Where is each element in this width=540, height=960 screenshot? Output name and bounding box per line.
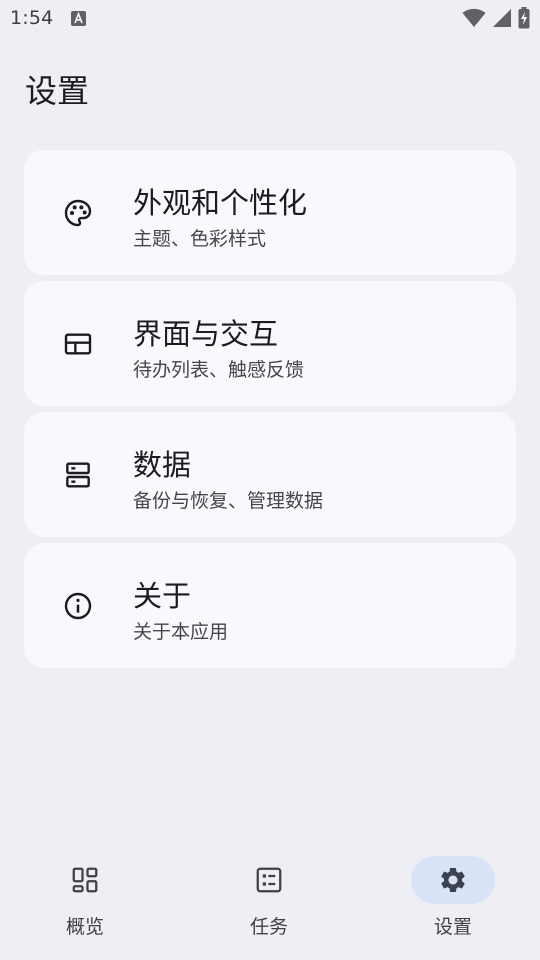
task-list-icon xyxy=(256,867,282,893)
nav-label: 任务 xyxy=(249,916,288,938)
settings-screen: 1:54 设置 外观和个性化 主题、色彩样式 界面与交互 待办列表、触感反馈 数… xyxy=(0,0,540,960)
battery-charging-icon xyxy=(518,7,530,29)
settings-item-about[interactable]: 关于 关于本应用 xyxy=(24,543,516,668)
settings-item-subtitle: 主题、色彩样式 xyxy=(133,228,267,250)
settings-item-subtitle: 待办列表、触感反馈 xyxy=(133,359,305,381)
nav-item-settings[interactable]: 设置 xyxy=(398,856,508,946)
nav-item-overview[interactable]: 概览 xyxy=(30,856,140,946)
wifi-icon xyxy=(462,8,486,27)
page-title: 设置 xyxy=(25,72,90,110)
bottom-nav: 概览 任务 设置 xyxy=(0,838,540,960)
nav-label: 设置 xyxy=(433,916,472,938)
signal-icon xyxy=(493,9,511,27)
status-time: 1:54 xyxy=(10,7,54,29)
gear-icon xyxy=(441,868,465,892)
keyboard-a-icon xyxy=(71,11,86,26)
settings-item-subtitle: 关于本应用 xyxy=(133,621,229,643)
settings-item-interface[interactable]: 界面与交互 待办列表、触感反馈 xyxy=(24,281,516,406)
status-bar: 1:54 xyxy=(0,0,540,36)
settings-item-data[interactable]: 数据 备份与恢复、管理数据 xyxy=(24,412,516,537)
settings-list: 外观和个性化 主题、色彩样式 界面与交互 待办列表、触感反馈 数据 备份与恢复、… xyxy=(24,150,516,674)
info-icon xyxy=(64,592,92,620)
nav-item-tasks[interactable]: 任务 xyxy=(214,856,324,946)
settings-item-title: 数据 xyxy=(133,448,192,482)
settings-item-appearance[interactable]: 外观和个性化 主题、色彩样式 xyxy=(24,150,516,275)
storage-icon xyxy=(66,462,90,488)
settings-item-title: 关于 xyxy=(133,579,192,613)
palette-icon xyxy=(64,199,92,227)
layout-icon xyxy=(64,333,92,355)
nav-label: 概览 xyxy=(65,916,104,938)
dashboard-icon xyxy=(72,867,98,893)
settings-item-title: 外观和个性化 xyxy=(133,186,308,220)
settings-item-subtitle: 备份与恢复、管理数据 xyxy=(133,490,324,512)
status-icons xyxy=(462,7,530,29)
settings-item-title: 界面与交互 xyxy=(133,317,279,351)
